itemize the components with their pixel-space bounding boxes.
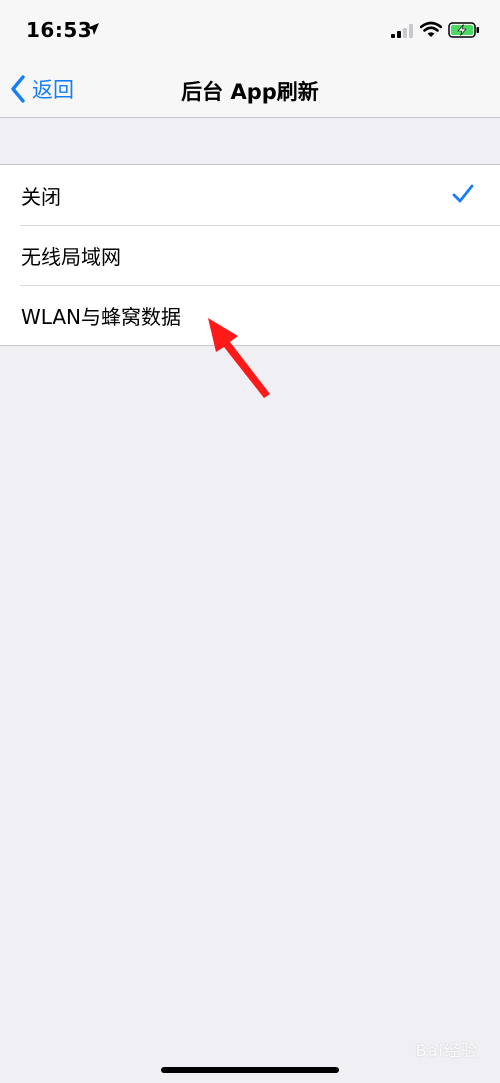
location-arrow-icon (87, 23, 99, 35)
status-time: 16:53 (26, 18, 93, 42)
home-indicator[interactable] (161, 1067, 339, 1073)
option-label: WLAN与蜂窝数据 (21, 304, 182, 329)
status-bar: 16:53 (0, 0, 500, 60)
option-label: 关闭 (21, 184, 61, 209)
navigation-bar: 返回 后台 App刷新 (0, 60, 500, 118)
option-label: 无线局域网 (21, 244, 121, 269)
checkmark-icon (452, 184, 474, 203)
cellular-signal-icon (391, 24, 413, 38)
battery-charging-icon (448, 22, 479, 38)
option-off[interactable]: 关闭 (0, 165, 500, 225)
page-title: 后台 App刷新 (181, 80, 319, 104)
option-wlan[interactable]: 无线局域网 (0, 225, 500, 285)
watermark: Bai经验 (415, 1041, 478, 1060)
red-arrow-annotation (208, 318, 270, 398)
wifi-icon (420, 21, 442, 37)
